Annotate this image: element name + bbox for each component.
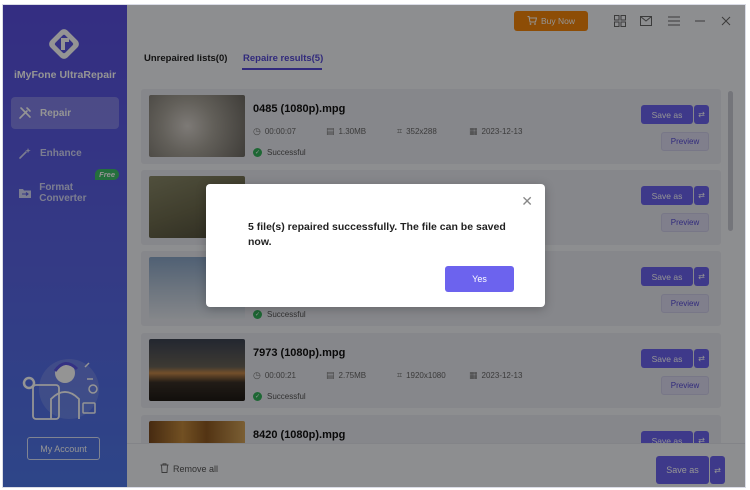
app-window: iMyFone UltraRepair Repair Enhance Forma…: [2, 4, 746, 488]
yes-button[interactable]: Yes: [445, 266, 514, 292]
dialog-message: 5 file(s) repaired successfully. The fil…: [248, 221, 506, 248]
success-dialog: ✕ 5 file(s) repaired successfully. The f…: [206, 184, 545, 307]
close-icon[interactable]: ✕: [521, 194, 533, 208]
